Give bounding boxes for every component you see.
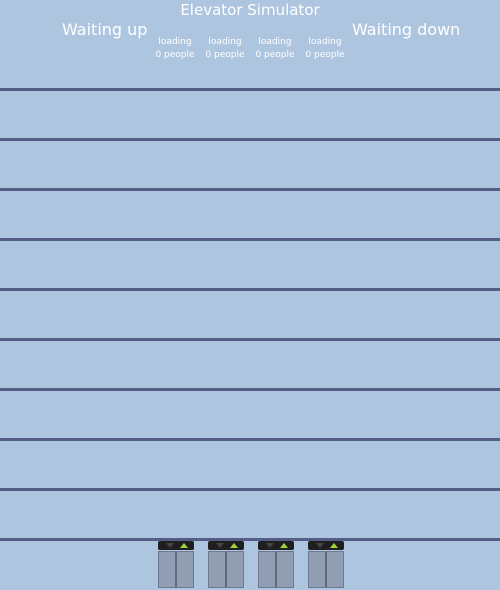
- elevator-2-door-left: [209, 552, 226, 587]
- triangle-down-icon: [216, 543, 224, 548]
- elevator-3-doors: [258, 551, 294, 588]
- elevator-2-door-right: [226, 552, 243, 587]
- elevator-2-people: 0 people: [205, 50, 245, 60]
- elevator-3-direction-indicator: [258, 541, 294, 550]
- floor-3-line: [0, 438, 500, 441]
- elevator-1-people: 0 people: [155, 50, 195, 60]
- elevator-1-door-left: [159, 552, 176, 587]
- triangle-up-icon: [180, 543, 188, 548]
- triangle-up-icon: [330, 543, 338, 548]
- waiting-up-heading: Waiting up: [62, 20, 148, 39]
- triangle-down-icon: [166, 543, 174, 548]
- elevator-4-state: loading: [308, 37, 342, 47]
- floor-5-line: [0, 338, 500, 341]
- floor-4-line: [0, 388, 500, 391]
- elevator-1-state: loading: [158, 37, 192, 47]
- elevator-3-state: loading: [258, 37, 292, 47]
- triangle-up-icon: [230, 543, 238, 548]
- elevator-3-people: 0 people: [255, 50, 295, 60]
- floor-8-line: [0, 188, 500, 191]
- elevator-3-status: loading 0 people: [250, 36, 300, 62]
- app-title: Elevator Simulator: [180, 1, 320, 19]
- elevator-3-door-right: [276, 552, 293, 587]
- floor-10-line: [0, 88, 500, 91]
- elevator-car-2[interactable]: [208, 541, 244, 588]
- elevator-1-direction-indicator: [158, 541, 194, 550]
- elevator-4-door-right: [326, 552, 343, 587]
- elevator-2-doors: [208, 551, 244, 588]
- elevator-4-doors: [308, 551, 344, 588]
- elevator-2-direction-indicator: [208, 541, 244, 550]
- elevator-car-4[interactable]: [308, 541, 344, 588]
- elevator-1-status: loading 0 people: [150, 36, 200, 62]
- triangle-up-icon: [280, 543, 288, 548]
- elevator-4-door-left: [309, 552, 326, 587]
- elevator-4-direction-indicator: [308, 541, 344, 550]
- waiting-down-heading: Waiting down: [352, 20, 461, 39]
- elevator-3-door-left: [259, 552, 276, 587]
- floor-2-line: [0, 488, 500, 491]
- elevator-4-people: 0 people: [305, 50, 345, 60]
- triangle-down-icon: [316, 543, 324, 548]
- elevator-car-3[interactable]: [258, 541, 294, 588]
- elevator-4-status: loading 0 people: [300, 36, 350, 62]
- floor-9-line: [0, 138, 500, 141]
- elevator-2-status: loading 0 people: [200, 36, 250, 62]
- elevator-1-doors: [158, 551, 194, 588]
- elevator-2-state: loading: [208, 37, 242, 47]
- elevator-car-1[interactable]: [158, 541, 194, 588]
- floor-1-line: [0, 538, 500, 541]
- floor-6-line: [0, 288, 500, 291]
- floor-7-line: [0, 238, 500, 241]
- elevator-1-door-right: [176, 552, 193, 587]
- triangle-down-icon: [266, 543, 274, 548]
